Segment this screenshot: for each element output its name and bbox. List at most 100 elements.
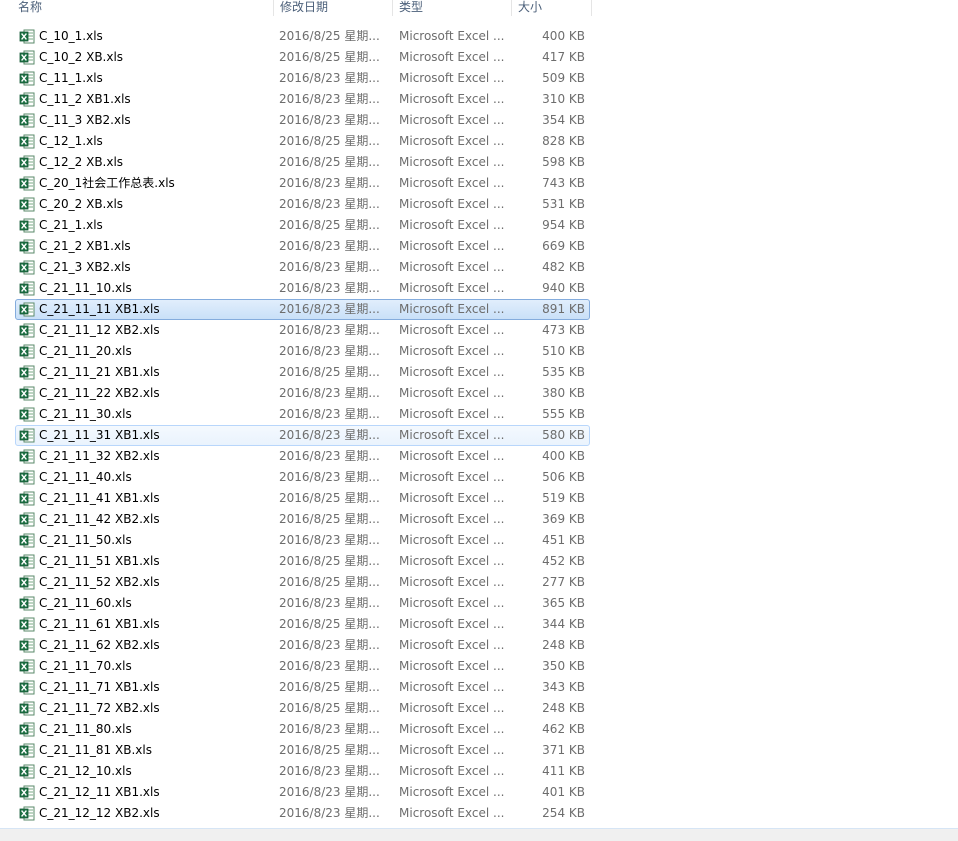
file-name: C_10_1.xls (39, 29, 103, 43)
file-row[interactable]: C_21_2 XB1.xls 2016/8/23 星期... Microsoft… (0, 236, 958, 257)
file-row[interactable]: C_21_11_50.xls 2016/8/23 星期... Microsoft… (0, 530, 958, 551)
file-name: C_21_12_12 XB2.xls (39, 806, 160, 820)
file-name: C_21_11_31 XB1.xls (39, 428, 160, 442)
file-row[interactable]: C_10_1.xls 2016/8/25 星期... Microsoft Exc… (0, 26, 958, 47)
file-size: 369 KB (542, 512, 585, 526)
file-row[interactable]: C_21_11_31 XB1.xls 2016/8/23 星期... Micro… (0, 425, 958, 446)
file-type: Microsoft Excel ... (399, 428, 505, 442)
file-row[interactable]: C_21_11_52 XB2.xls 2016/8/25 星期... Micro… (0, 572, 958, 593)
file-row[interactable]: C_21_11_70.xls 2016/8/23 星期... Microsoft… (0, 656, 958, 677)
file-name: C_21_2 XB1.xls (39, 239, 131, 253)
file-type: Microsoft Excel ... (399, 92, 505, 106)
file-modified-date: 2016/8/23 星期... (279, 92, 380, 106)
file-row[interactable]: C_20_1社会工作总表.xls 2016/8/23 星期... Microso… (0, 173, 958, 194)
file-modified-date: 2016/8/23 星期... (279, 344, 380, 358)
file-modified-date: 2016/8/25 星期... (279, 218, 380, 232)
file-row[interactable]: C_21_11_20.xls 2016/8/23 星期... Microsoft… (0, 341, 958, 362)
file-type: Microsoft Excel ... (399, 470, 505, 484)
file-row[interactable]: C_21_12_11 XB1.xls 2016/8/23 星期... Micro… (0, 782, 958, 803)
file-row[interactable]: C_21_11_30.xls 2016/8/23 星期... Microsoft… (0, 404, 958, 425)
file-type: Microsoft Excel ... (399, 764, 505, 778)
file-modified-date: 2016/8/25 星期... (279, 512, 380, 526)
file-modified-date: 2016/8/25 星期... (279, 743, 380, 757)
file-modified-date: 2016/8/23 星期... (279, 386, 380, 400)
file-size: 519 KB (542, 491, 585, 505)
file-name: C_21_11_20.xls (39, 344, 132, 358)
file-row[interactable]: C_21_11_62 XB2.xls 2016/8/23 星期... Micro… (0, 635, 958, 656)
file-row[interactable]: C_21_11_21 XB1.xls 2016/8/25 星期... Micro… (0, 362, 958, 383)
file-row[interactable]: C_21_11_51 XB1.xls 2016/8/25 星期... Micro… (0, 551, 958, 572)
file-type: Microsoft Excel ... (399, 722, 505, 736)
file-size: 400 KB (542, 449, 585, 463)
file-row[interactable]: C_21_11_71 XB1.xls 2016/8/25 星期... Micro… (0, 677, 958, 698)
file-size: 452 KB (542, 554, 585, 568)
file-size: 400 KB (542, 29, 585, 43)
file-type: Microsoft Excel ... (399, 743, 505, 757)
excel-file-icon (19, 743, 35, 758)
file-row[interactable]: C_21_3 XB2.xls 2016/8/23 星期... Microsoft… (0, 257, 958, 278)
file-type: Microsoft Excel ... (399, 260, 505, 274)
excel-file-icon (19, 71, 35, 86)
file-row[interactable]: C_12_2 XB.xls 2016/8/25 星期... Microsoft … (0, 152, 958, 173)
file-name: C_21_11_22 XB2.xls (39, 386, 160, 400)
file-row[interactable]: C_12_1.xls 2016/8/25 星期... Microsoft Exc… (0, 131, 958, 152)
file-modified-date: 2016/8/25 星期... (279, 617, 380, 631)
file-row[interactable]: C_21_1.xls 2016/8/25 星期... Microsoft Exc… (0, 215, 958, 236)
file-row[interactable]: C_21_11_61 XB1.xls 2016/8/25 星期... Micro… (0, 614, 958, 635)
file-modified-date: 2016/8/25 星期... (279, 575, 380, 589)
file-modified-date: 2016/8/23 星期... (279, 470, 380, 484)
file-type: Microsoft Excel ... (399, 302, 505, 316)
file-row[interactable]: C_21_11_42 XB2.xls 2016/8/25 星期... Micro… (0, 509, 958, 530)
file-name: C_21_11_40.xls (39, 470, 132, 484)
file-size: 462 KB (542, 722, 585, 736)
file-modified-date: 2016/8/23 星期... (279, 722, 380, 736)
file-row[interactable]: C_11_1.xls 2016/8/23 星期... Microsoft Exc… (0, 68, 958, 89)
column-header-size[interactable]: 大小 (512, 0, 592, 16)
file-modified-date: 2016/8/23 星期... (279, 596, 380, 610)
file-row[interactable]: C_21_11_22 XB2.xls 2016/8/23 星期... Micro… (0, 383, 958, 404)
file-size: 535 KB (542, 365, 585, 379)
file-type: Microsoft Excel ... (399, 512, 505, 526)
column-header-date[interactable]: 修改日期 (274, 0, 393, 16)
column-header-name[interactable]: 名称 (12, 0, 274, 16)
file-row[interactable]: C_20_2 XB.xls 2016/8/23 星期... Microsoft … (0, 194, 958, 215)
file-row[interactable]: C_21_12_10.xls 2016/8/23 星期... Microsoft… (0, 761, 958, 782)
file-size: 473 KB (542, 323, 585, 337)
file-row[interactable]: C_21_11_12 XB2.xls 2016/8/23 星期... Micro… (0, 320, 958, 341)
file-row[interactable]: C_21_11_60.xls 2016/8/23 星期... Microsoft… (0, 593, 958, 614)
file-row[interactable]: C_21_11_81 XB.xls 2016/8/25 星期... Micros… (0, 740, 958, 761)
file-type: Microsoft Excel ... (399, 386, 505, 400)
file-size: 509 KB (542, 71, 585, 85)
file-size: 510 KB (542, 344, 585, 358)
excel-file-icon (19, 449, 35, 464)
excel-file-icon (19, 29, 35, 44)
file-row[interactable]: C_21_12_12 XB2.xls 2016/8/23 星期... Micro… (0, 803, 958, 824)
file-modified-date: 2016/8/23 星期... (279, 533, 380, 547)
file-row[interactable]: C_11_3 XB2.xls 2016/8/23 星期... Microsoft… (0, 110, 958, 131)
column-header-type[interactable]: 类型 (393, 0, 512, 16)
file-name: C_21_11_41 XB1.xls (39, 491, 160, 505)
file-type: Microsoft Excel ... (399, 785, 505, 799)
file-type: Microsoft Excel ... (399, 575, 505, 589)
file-row[interactable]: C_21_11_41 XB1.xls 2016/8/25 星期... Micro… (0, 488, 958, 509)
file-row[interactable]: C_11_2 XB1.xls 2016/8/23 星期... Microsoft… (0, 89, 958, 110)
file-row[interactable]: C_21_11_32 XB2.xls 2016/8/23 星期... Micro… (0, 446, 958, 467)
file-name: C_21_11_42 XB2.xls (39, 512, 160, 526)
excel-file-icon (19, 533, 35, 548)
file-type: Microsoft Excel ... (399, 197, 505, 211)
file-row[interactable]: C_21_11_72 XB2.xls 2016/8/25 星期... Micro… (0, 698, 958, 719)
file-row[interactable]: C_21_11_10.xls 2016/8/23 星期... Microsoft… (0, 278, 958, 299)
file-modified-date: 2016/8/25 星期... (279, 701, 380, 715)
file-row[interactable]: C_21_11_11 XB1.xls 2016/8/23 星期... Micro… (0, 299, 958, 320)
excel-file-icon (19, 701, 35, 716)
file-size: 555 KB (542, 407, 585, 421)
file-row[interactable]: C_21_11_40.xls 2016/8/23 星期... Microsoft… (0, 467, 958, 488)
file-row[interactable]: C_21_11_80.xls 2016/8/23 星期... Microsoft… (0, 719, 958, 740)
excel-file-icon (19, 407, 35, 422)
file-size: 828 KB (542, 134, 585, 148)
file-size: 365 KB (542, 596, 585, 610)
excel-file-icon (19, 260, 35, 275)
file-type: Microsoft Excel ... (399, 176, 505, 190)
file-size: 277 KB (542, 575, 585, 589)
file-row[interactable]: C_10_2 XB.xls 2016/8/25 星期... Microsoft … (0, 47, 958, 68)
